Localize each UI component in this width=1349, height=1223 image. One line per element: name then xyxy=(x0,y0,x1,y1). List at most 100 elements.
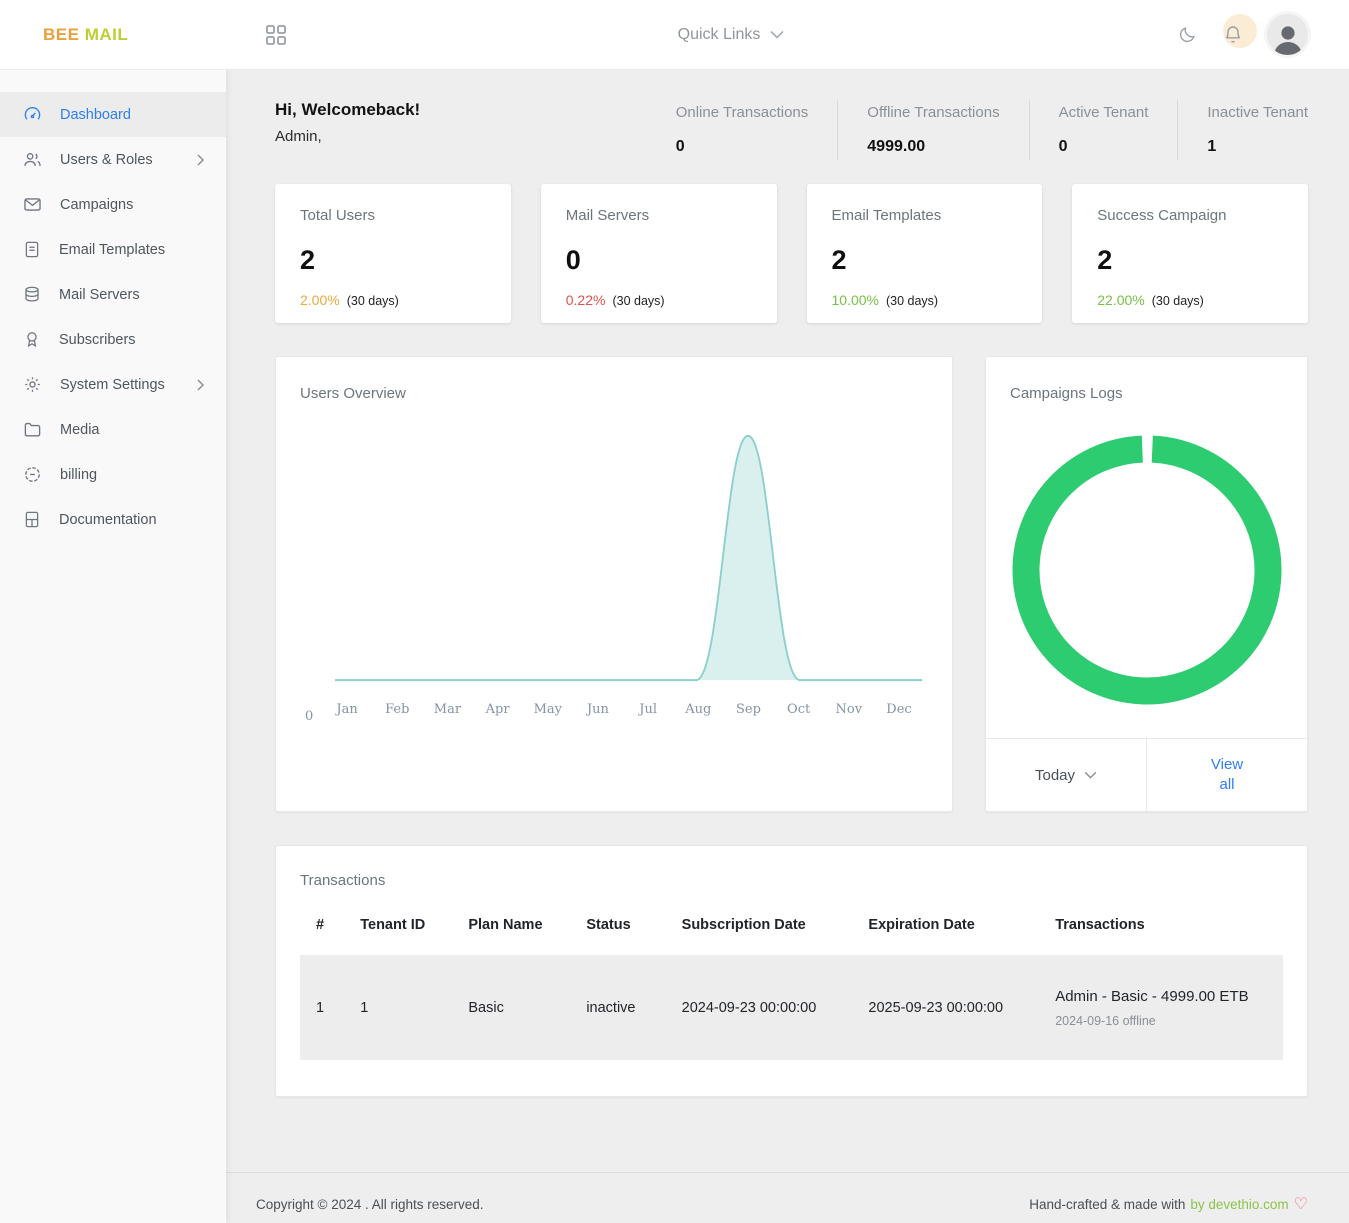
users-icon xyxy=(23,150,42,169)
footer-copyright: Copyright © 2024 . All rights reserved. xyxy=(256,1197,484,1212)
users-overview-title: Users Overview xyxy=(300,385,928,402)
view-all-link[interactable]: View all xyxy=(1204,755,1250,796)
stat-offline-transactions: Offline Transactions 4999.00 xyxy=(837,100,1028,160)
donut-chart xyxy=(1012,435,1282,705)
stat-inactive-tenant: Inactive Tenant 1 xyxy=(1177,100,1308,160)
footer-made-with: Hand-crafted & made with xyxy=(1029,1197,1185,1212)
avatar-silhouette-icon xyxy=(1271,21,1305,55)
transaction-sub: 2024-09-16 offline xyxy=(1055,1014,1267,1028)
main-content: Hi, Welcomeback! Admin, Online Transacti… xyxy=(226,70,1349,1223)
stat-value: 0 xyxy=(676,138,809,156)
table-row: 1 1 Basic inactive 2024-09-23 00:00:00 2… xyxy=(300,955,1283,1060)
greeting-title: Hi, Welcomeback! xyxy=(275,100,420,120)
campaigns-logs-title: Campaigns Logs xyxy=(986,385,1307,402)
sidebar-item-documentation[interactable]: Documentation xyxy=(0,497,226,542)
sidebar-item-billing[interactable]: billing xyxy=(0,452,226,497)
footer-credit-link[interactable]: by devethio.com xyxy=(1190,1197,1288,1212)
stat-label: Online Transactions xyxy=(676,104,809,121)
sidebar-nav: Dashboard Users & Roles Campaigns Email … xyxy=(0,70,226,1223)
card-title: Mail Servers xyxy=(566,207,752,224)
bell-icon xyxy=(1223,24,1243,45)
notifications-button[interactable] xyxy=(1221,23,1245,47)
card-value: 0 xyxy=(566,245,752,276)
sidebar-item-label: Dashboard xyxy=(60,107,206,123)
template-icon xyxy=(23,240,41,259)
stat-label: Offline Transactions xyxy=(867,104,999,121)
sidebar-item-mail-servers[interactable]: Mail Servers xyxy=(0,272,226,317)
page-footer: Copyright © 2024 . All rights reserved. … xyxy=(226,1172,1349,1223)
stat-value: 1 xyxy=(1207,138,1308,156)
sidebar-item-campaigns[interactable]: Campaigns xyxy=(0,182,226,227)
cell-plan-name: Basic xyxy=(452,955,570,1060)
app-logo: BEE MAIL xyxy=(0,25,226,45)
card-email-templates: Email Templates 2 10.00% (30 days) xyxy=(807,184,1043,323)
y-axis-tick: 0 xyxy=(305,709,313,724)
sidebar-item-email-templates[interactable]: Email Templates xyxy=(0,227,226,272)
stat-value: 4999.00 xyxy=(867,138,999,156)
card-period: (30 days) xyxy=(1152,294,1204,308)
quick-links-label: Quick Links xyxy=(678,26,761,44)
sidebar-item-media[interactable]: Media xyxy=(0,407,226,452)
column-header-plan-name: Plan Name xyxy=(452,903,570,955)
today-dropdown[interactable]: Today xyxy=(1035,767,1097,784)
card-percent: 0.22% xyxy=(566,292,606,308)
x-axis-label: Nov xyxy=(824,702,874,717)
sidebar-item-label: Mail Servers xyxy=(59,287,206,303)
sidebar-item-label: billing xyxy=(60,467,206,483)
x-axis-label: Aug xyxy=(673,702,723,717)
column-header-transactions: Transactions xyxy=(1039,903,1283,955)
stat-label: Inactive Tenant xyxy=(1207,104,1308,121)
column-header-status: Status xyxy=(570,903,665,955)
moon-icon xyxy=(1178,25,1197,44)
heart-icon: ♡ xyxy=(1294,1194,1308,1214)
user-avatar[interactable] xyxy=(1267,14,1308,55)
x-axis-labels: Jan Feb Mar Apr May Jun Jul Aug Sep Oct … xyxy=(322,702,924,717)
card-value: 2 xyxy=(832,245,1018,276)
cell-subscription-date: 2024-09-23 00:00:00 xyxy=(666,955,853,1060)
stat-label: Active Tenant xyxy=(1059,104,1149,121)
card-period: (30 days) xyxy=(886,294,938,308)
apps-grid-icon[interactable] xyxy=(265,24,287,46)
chevron-down-icon xyxy=(1084,771,1097,779)
card-title: Success Campaign xyxy=(1097,207,1283,224)
card-mail-servers: Mail Servers 0 0.22% (30 days) xyxy=(541,184,777,323)
top-stats-strip: Online Transactions 0 Offline Transactio… xyxy=(647,100,1308,160)
campaigns-logs-card: Campaigns Logs Today View all xyxy=(985,356,1308,812)
greeting-subtitle: Admin, xyxy=(275,128,420,145)
column-header-subscription-date: Subscription Date xyxy=(666,903,853,955)
column-header-expiration-date: Expiration Date xyxy=(852,903,1039,955)
column-header-num: # xyxy=(300,903,344,955)
medal-icon xyxy=(23,330,41,349)
sidebar-item-dashboard[interactable]: Dashboard xyxy=(0,92,226,137)
chevron-right-icon xyxy=(195,154,206,166)
cell-transaction-detail: Admin - Basic - 4999.00 ETB 2024-09-16 o… xyxy=(1039,955,1283,1060)
document-icon xyxy=(23,510,41,529)
card-period: (30 days) xyxy=(612,294,664,308)
sidebar-item-label: Campaigns xyxy=(60,197,206,213)
x-axis-label: Sep xyxy=(723,702,773,717)
card-success-campaign: Success Campaign 2 22.00% (30 days) xyxy=(1072,184,1308,323)
x-axis-label: Mar xyxy=(422,702,472,717)
sidebar-item-system-settings[interactable]: System Settings xyxy=(0,362,226,407)
x-axis-label: Oct xyxy=(774,702,824,717)
folder-icon xyxy=(23,420,42,439)
stat-value: 0 xyxy=(1059,138,1149,156)
quick-links-dropdown[interactable]: Quick Links xyxy=(678,26,785,44)
card-total-users: Total Users 2 2.00% (30 days) xyxy=(275,184,511,323)
dark-mode-toggle[interactable] xyxy=(1175,23,1199,47)
logo-text-bee: BEE xyxy=(43,25,79,44)
cell-num: 1 xyxy=(300,955,344,1060)
column-header-tenant-id: Tenant ID xyxy=(344,903,452,955)
sidebar-item-users-roles[interactable]: Users & Roles xyxy=(0,137,226,182)
card-percent: 2.00% xyxy=(300,292,340,308)
card-title: Total Users xyxy=(300,207,486,224)
chevron-down-icon xyxy=(770,30,784,39)
x-axis-label: Dec xyxy=(874,702,924,717)
x-axis-label: Jun xyxy=(573,702,623,717)
sidebar-item-label: Documentation xyxy=(59,512,206,528)
sidebar-item-subscribers[interactable]: Subscribers xyxy=(0,317,226,362)
x-axis-label: Apr xyxy=(473,702,523,717)
gear-icon xyxy=(23,375,42,394)
sidebar-item-label: Email Templates xyxy=(59,242,206,258)
area-chart-svg xyxy=(322,428,924,686)
